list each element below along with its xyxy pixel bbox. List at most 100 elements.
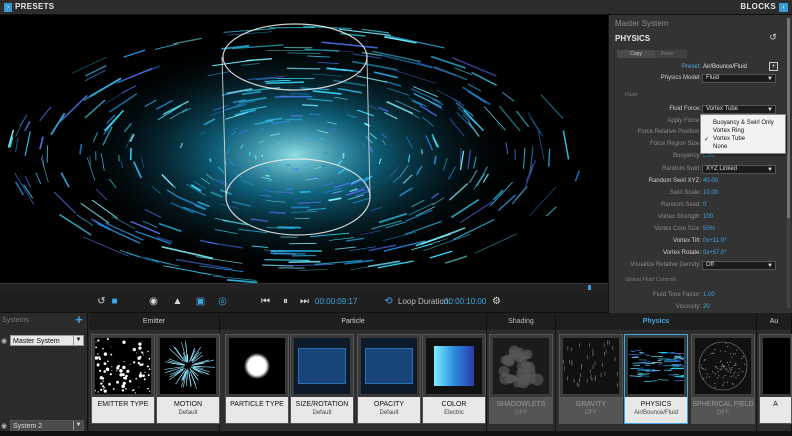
preset-label: Preset: <box>681 64 701 70</box>
group-particle[interactable]: Particle <box>220 313 487 330</box>
presets-toggle-icon[interactable]: › <box>4 3 12 12</box>
group-emitter[interactable]: Emitter <box>89 313 220 330</box>
force-region-label: Force Region Size: <box>649 141 701 147</box>
pause-icon[interactable]: ⏸ <box>279 296 292 308</box>
random-swirl-xyz-value[interactable]: 40.00 <box>703 178 718 184</box>
fluid-time-value[interactable]: 1.00 <box>703 292 715 298</box>
refresh-icon[interactable]: ↺ <box>95 296 108 308</box>
vortex-strength-value[interactable]: 100 <box>703 214 713 220</box>
swirl-scale-label: Swirl Scale: <box>669 190 701 196</box>
fluid-time-label: Fluid Time Factor: <box>652 292 701 298</box>
blocks-title[interactable]: BLOCKS <box>740 2 776 11</box>
tile-name: OPACITY <box>373 401 405 408</box>
settings-icon[interactable]: ⚙ <box>490 296 503 308</box>
skip-back-icon[interactable]: ⏮ <box>259 296 272 308</box>
menu-option-vortex-ring[interactable]: Vortex Ring <box>713 128 744 136</box>
blocks-toggle-icon[interactable]: ‹ <box>779 3 788 12</box>
save-preset-icon[interactable]: + <box>769 62 778 71</box>
tile-spherical-field[interactable]: SPHERICAL FIELD OFF <box>691 334 755 424</box>
tile-sub: OFF <box>515 410 527 416</box>
particle-type-thumbnail <box>229 338 285 394</box>
vortex-core-value[interactable]: 50% <box>703 226 715 232</box>
tile-name: PHYSICS <box>640 401 672 408</box>
visualize-density-row: Visualize Relative Density: Off ▼ <box>609 261 787 271</box>
tile-particle-type[interactable]: PARTICLE TYPE <box>225 334 289 424</box>
fluid-force-menu: Buoyancy & Swirl Only Vortex Ring ✓ Vort… <box>700 114 786 154</box>
group-shading[interactable]: Shading <box>487 313 556 330</box>
swirl-scale-row: Swirl Scale: 10.00 <box>609 189 787 199</box>
vortex-tilt-value[interactable]: 0x+11.0° <box>703 238 726 244</box>
system2-visibility-icon[interactable]: ◉ <box>1 422 7 430</box>
tile-gravity[interactable]: GRAVITY OFF <box>559 334 623 424</box>
presets-title[interactable]: PRESETS <box>15 2 54 11</box>
random-seed-value[interactable]: 0 <box>703 202 706 208</box>
fluid-force-dropdown[interactable]: Vortex Tube ▼ <box>702 105 776 114</box>
system-visibility-icon[interactable]: ◉ <box>1 337 7 345</box>
tile-sub: Electric <box>444 410 464 416</box>
tile-motion[interactable]: MOTION Default <box>156 334 220 424</box>
apply-force-label: Apply Force: <box>667 118 701 124</box>
viscosity-value[interactable]: 20 <box>703 304 710 310</box>
menu-option-none[interactable]: None <box>713 144 727 152</box>
opacity-thumbnail <box>361 338 417 394</box>
random-swirl-xyz-label: Random Swirl XYZ: <box>648 178 701 184</box>
warning-icon[interactable]: ▲ <box>171 296 184 308</box>
render-viewport[interactable] <box>0 15 608 283</box>
eye-icon[interactable]: ◎ <box>216 296 229 308</box>
particle-vortex-render <box>7 23 581 283</box>
tile-sub: OFF <box>585 410 597 416</box>
tile-name: SHADOWLETS <box>496 401 546 408</box>
systems-title: Systems <box>2 317 29 324</box>
timeline-playhead[interactable] <box>588 285 591 290</box>
random-seed-label: Random Seed: <box>660 202 701 208</box>
buoyancy-label: Buoyancy: <box>672 153 701 159</box>
vortex-rotate-row: Vortex Rotate: 0x+57.0° <box>609 249 787 259</box>
frame-icon[interactable]: ▣ <box>194 296 207 308</box>
tile-sub: Default <box>312 410 332 416</box>
vortex-core-row: Vortex Core Size: 50% <box>609 225 787 235</box>
vortex-rotate-label: Vortex Rotate: <box>662 250 701 256</box>
vortex-tilt-label: Vortex Tilt: <box>672 238 701 244</box>
menu-option-vortex-tube[interactable]: Vortex Tube <box>713 136 745 144</box>
tile-name: PARTICLE TYPE <box>230 401 284 408</box>
camera-icon[interactable]: ■ <box>108 296 121 308</box>
tile-emitter-type[interactable]: EMITTER TYPE <box>91 334 155 424</box>
emitter-type-thumbnail <box>95 338 151 394</box>
tile-shadowlets[interactable]: SHADOWLETS OFF <box>489 334 553 424</box>
tile-physics[interactable]: PHYSICS Air/Bounce/Fluid <box>624 334 688 424</box>
group-aux[interactable]: Au <box>757 313 792 330</box>
group-physics[interactable]: Physics <box>556 313 757 330</box>
status-bar <box>0 431 792 436</box>
size-rotation-thumbnail <box>294 338 350 394</box>
physics-model-dropdown[interactable]: Fluid ▼ <box>702 74 776 83</box>
physics-model-label: Physics Model: <box>660 75 701 81</box>
random-swirl-label: Random Swirl: <box>661 166 701 172</box>
inspector-panel: Master System PHYSICS ↺ Paste Copy Prese… <box>608 15 792 313</box>
random-swirl-dropdown[interactable]: XYZ Linked ▼ <box>702 165 776 174</box>
swirl-scale-value[interactable]: 10.00 <box>703 190 718 196</box>
add-system-icon[interactable]: + <box>73 313 85 326</box>
tile-name: COLOR <box>441 401 467 408</box>
blocks-area: Systems + ◉ Master System ▼ ◉ System 2 ▼ E… <box>0 313 792 436</box>
system-item-2[interactable]: System 2 ▼ <box>10 420 84 431</box>
loop-icon[interactable]: ⟲ <box>382 296 395 308</box>
panel-scrollbar[interactable] <box>787 18 790 308</box>
skip-forward-icon[interactable]: ⏭ <box>298 296 311 308</box>
global-fluid-section-label: Global Fluid Controls <box>625 277 677 283</box>
tile-aux[interactable]: A <box>759 334 792 424</box>
tile-color[interactable]: COLOR Electric <box>422 334 486 424</box>
visualize-density-dropdown[interactable]: Off ▼ <box>702 261 776 270</box>
timeline-strip[interactable] <box>0 283 608 291</box>
reset-icon[interactable]: ↺ <box>768 32 778 42</box>
preset-value[interactable]: Air/Bounce/Fluid <box>703 64 747 70</box>
tile-size-rotation[interactable]: SIZE/ROTATION Default <box>290 334 354 424</box>
loop-duration-label: Loop Duration: <box>398 297 451 306</box>
loop-duration-value[interactable]: 00:00:10:00 <box>444 297 486 306</box>
copy-button[interactable]: Copy <box>617 50 655 58</box>
system-item-master[interactable]: Master System ▼ <box>10 335 84 346</box>
menu-option-buoyancy[interactable]: Buoyancy & Swirl Only <box>713 120 774 128</box>
broadcast-icon[interactable]: ◉ <box>147 296 160 308</box>
vortex-rotate-value[interactable]: 0x+57.0° <box>703 250 727 256</box>
gravity-thumbnail <box>563 338 619 394</box>
tile-opacity[interactable]: OPACITY Default <box>357 334 421 424</box>
